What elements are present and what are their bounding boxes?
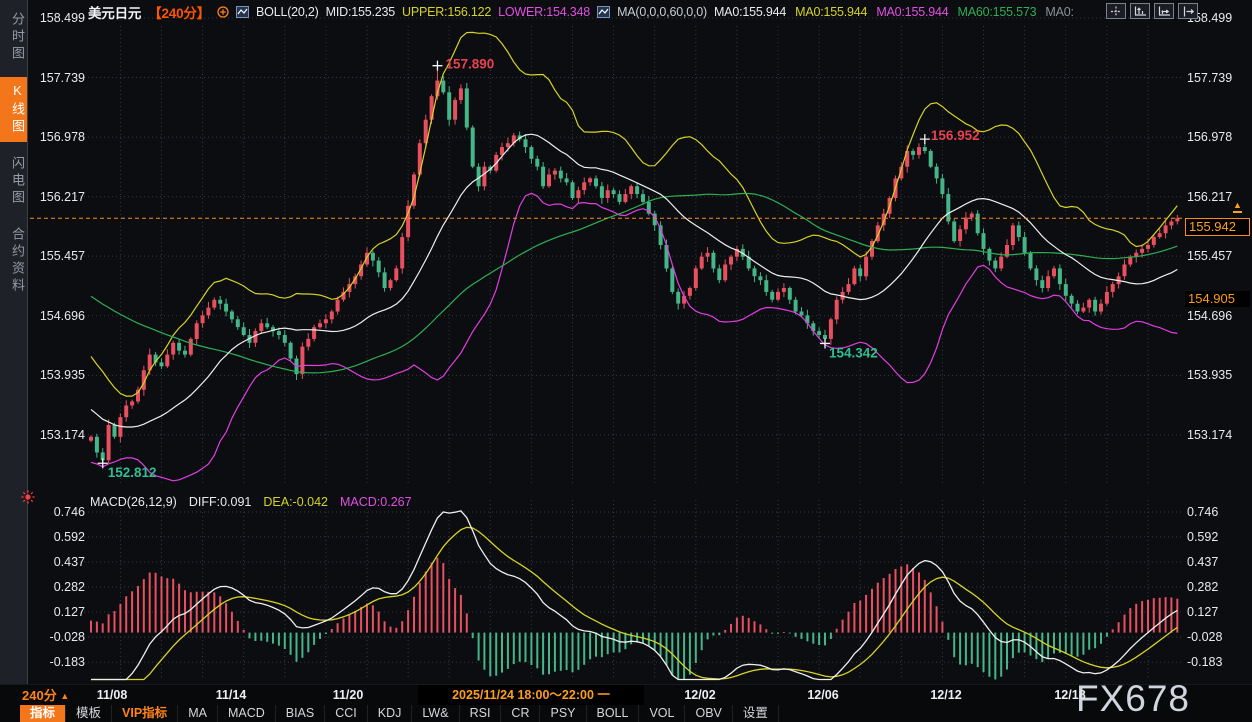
dropdown-arrow-icon: ▲ <box>60 691 69 701</box>
toolbar-tab-14[interactable]: OBV <box>685 705 732 722</box>
selected-candle-time: 2025/11/24 18:00～22:00 一 <box>418 685 644 706</box>
toolbar-tab-6[interactable]: CCI <box>325 705 368 722</box>
price-label-right-6: 153.935 <box>1187 367 1249 383</box>
zoom-vertical-icon[interactable] <box>1130 3 1150 19</box>
toolbar-tab-8[interactable]: LW& <box>412 705 459 722</box>
toolbar-tab-9[interactable]: RSI <box>460 705 502 722</box>
price-annotation-high: 157.890 <box>445 57 494 72</box>
crosshair-icon[interactable] <box>1106 3 1126 19</box>
toolbar-tab-13[interactable]: VOL <box>639 705 685 722</box>
time-axis-row: 240分 ▲ 2025/11/24 18:00～22:00 一 11/08 11/… <box>0 684 1252 706</box>
macd-diff: DIFF:0.091 <box>189 495 252 509</box>
price-label-left-6: 153.935 <box>24 367 85 383</box>
symbol-name: 美元日元 <box>88 2 141 22</box>
toolbar-tab-11[interactable]: PSY <box>540 705 586 722</box>
price-annotation-high: 156.952 <box>931 128 980 143</box>
ma-value-1: MA0:155.944 <box>795 5 867 19</box>
price-label-right-2: 156.978 <box>1187 129 1249 145</box>
macd-label-right-2: 0.437 <box>1187 554 1249 570</box>
macd-value: MACD:0.267 <box>340 495 412 509</box>
macd-label-right-5: -0.028 <box>1187 629 1249 645</box>
toolbar-tab-2[interactable]: VIP指标 <box>112 705 178 722</box>
secondary-price-tag: 154.905 <box>1185 291 1250 307</box>
toolbar-tab-3[interactable]: MA <box>178 705 218 722</box>
sidebar-tab-1[interactable]: K线图 <box>0 77 27 142</box>
boll-lower: LOWER:154.348 <box>498 5 590 19</box>
toolbar-tab-1[interactable]: 模板 <box>66 705 112 722</box>
chart-tool-icons <box>1106 3 1198 19</box>
price-label-right-4: 155.457 <box>1187 248 1249 264</box>
date-label-2: 11/20 <box>333 685 364 706</box>
macd-name: MACD(26,12,9) <box>90 495 177 509</box>
macd-label-right-0: 0.746 <box>1187 504 1249 520</box>
ma-value-4: MA0: <box>1045 5 1073 19</box>
toolbar-tab-0[interactable]: 指标 <box>20 705 66 722</box>
date-label-5: 12/12 <box>930 685 961 706</box>
toolbar-tab-10[interactable]: CR <box>501 705 540 722</box>
date-label-0: 11/08 <box>97 685 128 706</box>
sidebar-tab-0[interactable]: 分时图 <box>0 6 27 69</box>
zoom-horizontal-icon[interactable] <box>1154 3 1174 19</box>
ma-value-0: MA0:155.944 <box>714 5 786 19</box>
macd-dea: DEA:-0.042 <box>263 495 328 509</box>
macd-label-left-4: 0.127 <box>24 604 85 620</box>
macd-header: MACD(26,12,9) DIFF:0.091 DEA:-0.042 MACD… <box>90 495 412 509</box>
toolbar-tab-15[interactable]: 设置 <box>733 705 779 722</box>
macd-label-right-3: 0.282 <box>1187 579 1249 595</box>
toolbar-tab-12[interactable]: BOLL <box>587 705 640 722</box>
boll-upper: UPPER:156.122 <box>402 5 491 19</box>
price-label-right-5: 154.696 <box>1187 308 1249 324</box>
price-label-left-7: 153.174 <box>24 427 85 443</box>
macd-label-right-1: 0.592 <box>1187 529 1249 545</box>
price-label-right-7: 153.174 <box>1187 427 1249 443</box>
price-annotation-low: 152.812 <box>108 465 157 480</box>
macd-label-left-1: 0.592 <box>24 529 85 545</box>
pan-right-icon[interactable] <box>1178 3 1198 19</box>
plus-circle-icon[interactable] <box>217 6 229 18</box>
indicator-toolbar: 指标模板VIP指标MAMACDBIASCCIKDJLW&RSICRPSYBOLL… <box>0 705 1252 722</box>
live-indicator-icon <box>20 489 36 505</box>
current-price-tag: 155.942 <box>1185 218 1250 236</box>
price-annotation-low: 154.342 <box>829 345 878 360</box>
ma-value-2: MA0:155.944 <box>876 5 948 19</box>
macd-label-right-4: 0.127 <box>1187 604 1249 620</box>
ma-params: MA(0,0,0,60,0,0) <box>617 5 707 19</box>
price-label-left-2: 156.978 <box>24 129 85 145</box>
toolbar-tab-7[interactable]: KDJ <box>368 705 413 722</box>
mini-chart-icon <box>236 6 249 18</box>
ma-value-3: MA60:155.573 <box>957 5 1036 19</box>
price-arrow-icon: ▲ <box>1233 201 1242 213</box>
price-label-left-1: 157.739 <box>24 70 85 86</box>
macd-label-left-5: -0.028 <box>24 629 85 645</box>
ma-values: MA0:155.944 MA0:155.944 MA0:155.944 MA60:15… <box>714 5 1074 19</box>
macd-label-left-6: -0.183 <box>24 654 85 670</box>
period-label: 【240分】 <box>148 2 210 22</box>
price-label-left-0: 158.499 <box>24 10 85 26</box>
price-label-left-5: 154.696 <box>24 308 85 324</box>
chart-header: 美元日元 【240分】 BOLL(20,2) MID:155.235 UPPER… <box>88 3 1074 21</box>
watermark: FX678 <box>1076 678 1190 720</box>
boll-name: BOLL(20,2) <box>256 5 319 19</box>
macd-label-left-0: 0.746 <box>24 504 85 520</box>
mini-chart-icon <box>597 6 610 18</box>
toolbar-tab-4[interactable]: MACD <box>218 705 276 722</box>
boll-mid: MID:155.235 <box>326 5 395 19</box>
chart-canvas[interactable]: 152.812 157.890 154.342 156.952 <box>0 0 1252 722</box>
date-label-4: 12/06 <box>807 685 838 706</box>
macd-label-left-2: 0.437 <box>24 554 85 570</box>
chart-type-sidebar: 分时图 K线图闪电图合约资料 <box>0 0 28 722</box>
price-label-left-3: 156.217 <box>24 189 85 205</box>
period-selector[interactable]: 240分 ▲ <box>22 685 69 706</box>
macd-label-left-3: 0.282 <box>24 579 85 595</box>
toolbar-tab-5[interactable]: BIAS <box>276 705 326 722</box>
date-label-1: 11/14 <box>216 685 247 706</box>
price-label-left-4: 155.457 <box>24 248 85 264</box>
price-label-right-1: 157.739 <box>1187 70 1249 86</box>
date-label-3: 12/02 <box>684 685 715 706</box>
sidebar-tab-3[interactable]: 合约资料 <box>0 221 27 301</box>
macd-label-right-6: -0.183 <box>1187 654 1249 670</box>
sidebar-tab-2[interactable]: 闪电图 <box>0 150 27 213</box>
